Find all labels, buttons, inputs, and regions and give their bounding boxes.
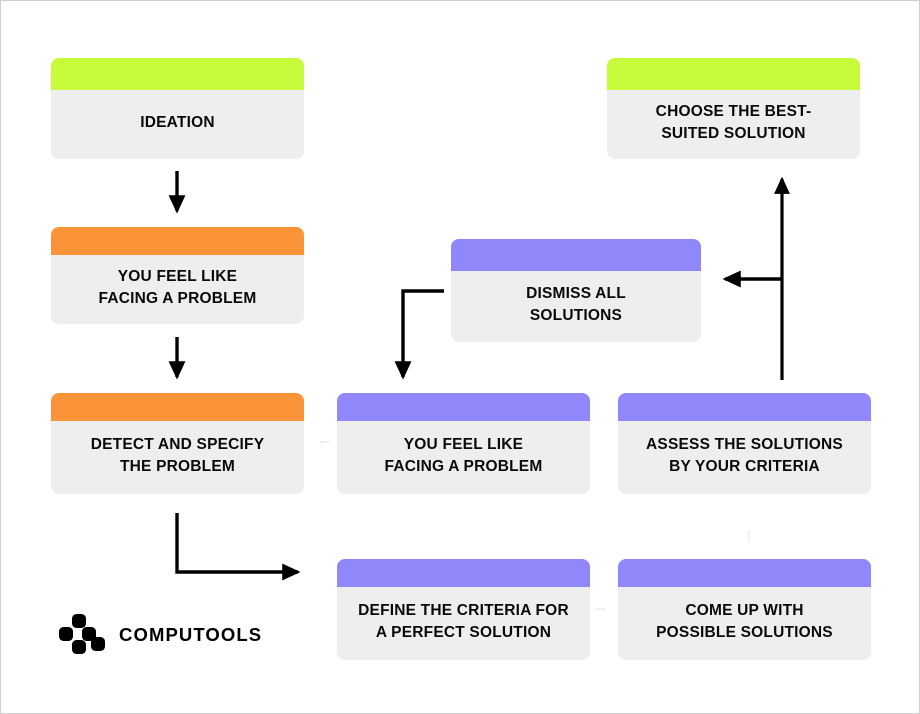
brand-logo: COMPUTOOLS bbox=[58, 613, 262, 657]
node-label: IDEATION bbox=[140, 113, 215, 131]
node-choose-best-suited-solution[interactable]: CHOOSE THE BEST- SUITED SOLUTION bbox=[607, 58, 860, 159]
node-you-feel-like-facing-a-problem-orange[interactable]: YOU FEEL LIKE FACING A PROBLEM bbox=[51, 227, 304, 324]
node-accent-bar bbox=[337, 559, 590, 587]
node-accent-bar bbox=[618, 393, 871, 421]
edge-detect-to-define-criteria bbox=[175, 513, 301, 581]
logo-wordmark: COMPUTOOLS bbox=[119, 624, 263, 645]
node-body: IDEATION bbox=[51, 90, 304, 159]
node-accent-bar bbox=[618, 559, 871, 587]
node-accent-bar bbox=[51, 393, 304, 421]
node-assess-the-solutions-by-your-criteria[interactable]: ASSESS THE SOLUTIONS BY YOUR CRITERIA bbox=[618, 393, 871, 494]
node-body: COME UP WITH POSSIBLE SOLUTIONS bbox=[618, 587, 871, 660]
node-body: DISMISS ALL SOLUTIONS bbox=[451, 271, 701, 342]
node-label: YOU FEEL LIKE FACING A PROBLEM bbox=[98, 267, 257, 307]
node-body: YOU FEEL LIKE FACING A PROBLEM bbox=[337, 421, 590, 494]
node-ideation[interactable]: IDEATION bbox=[51, 58, 304, 159]
node-you-feel-like-facing-a-problem-purple[interactable]: YOU FEEL LIKE FACING A PROBLEM bbox=[337, 393, 590, 494]
node-label: DISMISS ALL SOLUTIONS bbox=[526, 284, 626, 324]
node-accent-bar bbox=[51, 58, 304, 90]
node-label: ASSESS THE SOLUTIONS BY YOUR CRITERIA bbox=[646, 435, 843, 475]
node-body: ASSESS THE SOLUTIONS BY YOUR CRITERIA bbox=[618, 421, 871, 494]
node-detect-and-specify-the-problem[interactable]: DETECT AND SPECIFY THE PROBLEM bbox=[51, 393, 304, 494]
computools-blocks-icon bbox=[59, 614, 105, 654]
node-accent-bar bbox=[51, 227, 304, 255]
node-label: DEFINE THE CRITERIA FOR A PERFECT SOLUTI… bbox=[358, 601, 569, 641]
node-label: CHOOSE THE BEST- SUITED SOLUTION bbox=[655, 102, 812, 142]
node-define-the-criteria-for-a-perfect-solution[interactable]: DEFINE THE CRITERIA FOR A PERFECT SOLUTI… bbox=[337, 559, 590, 660]
diagram-canvas: IDEATION CHOOSE THE BEST- SUITED SOLUTIO… bbox=[0, 0, 920, 714]
node-accent-bar bbox=[337, 393, 590, 421]
node-body: CHOOSE THE BEST- SUITED SOLUTION bbox=[607, 90, 860, 159]
node-label: YOU FEEL LIKE FACING A PROBLEM bbox=[384, 435, 543, 475]
node-dismiss-all-solutions[interactable]: DISMISS ALL SOLUTIONS bbox=[451, 239, 701, 342]
node-label: DETECT AND SPECIFY THE PROBLEM bbox=[90, 435, 265, 475]
node-come-up-with-possible-solutions[interactable]: COME UP WITH POSSIBLE SOLUTIONS bbox=[618, 559, 871, 660]
node-label: COME UP WITH POSSIBLE SOLUTIONS bbox=[656, 601, 833, 641]
edge-dismiss-to-you-feel-like-purple bbox=[394, 289, 444, 380]
node-accent-bar bbox=[451, 239, 701, 271]
node-accent-bar bbox=[607, 58, 860, 90]
node-body: DEFINE THE CRITERIA FOR A PERFECT SOLUTI… bbox=[337, 587, 590, 660]
node-body: YOU FEEL LIKE FACING A PROBLEM bbox=[51, 255, 304, 324]
node-body: DETECT AND SPECIFY THE PROBLEM bbox=[51, 421, 304, 494]
